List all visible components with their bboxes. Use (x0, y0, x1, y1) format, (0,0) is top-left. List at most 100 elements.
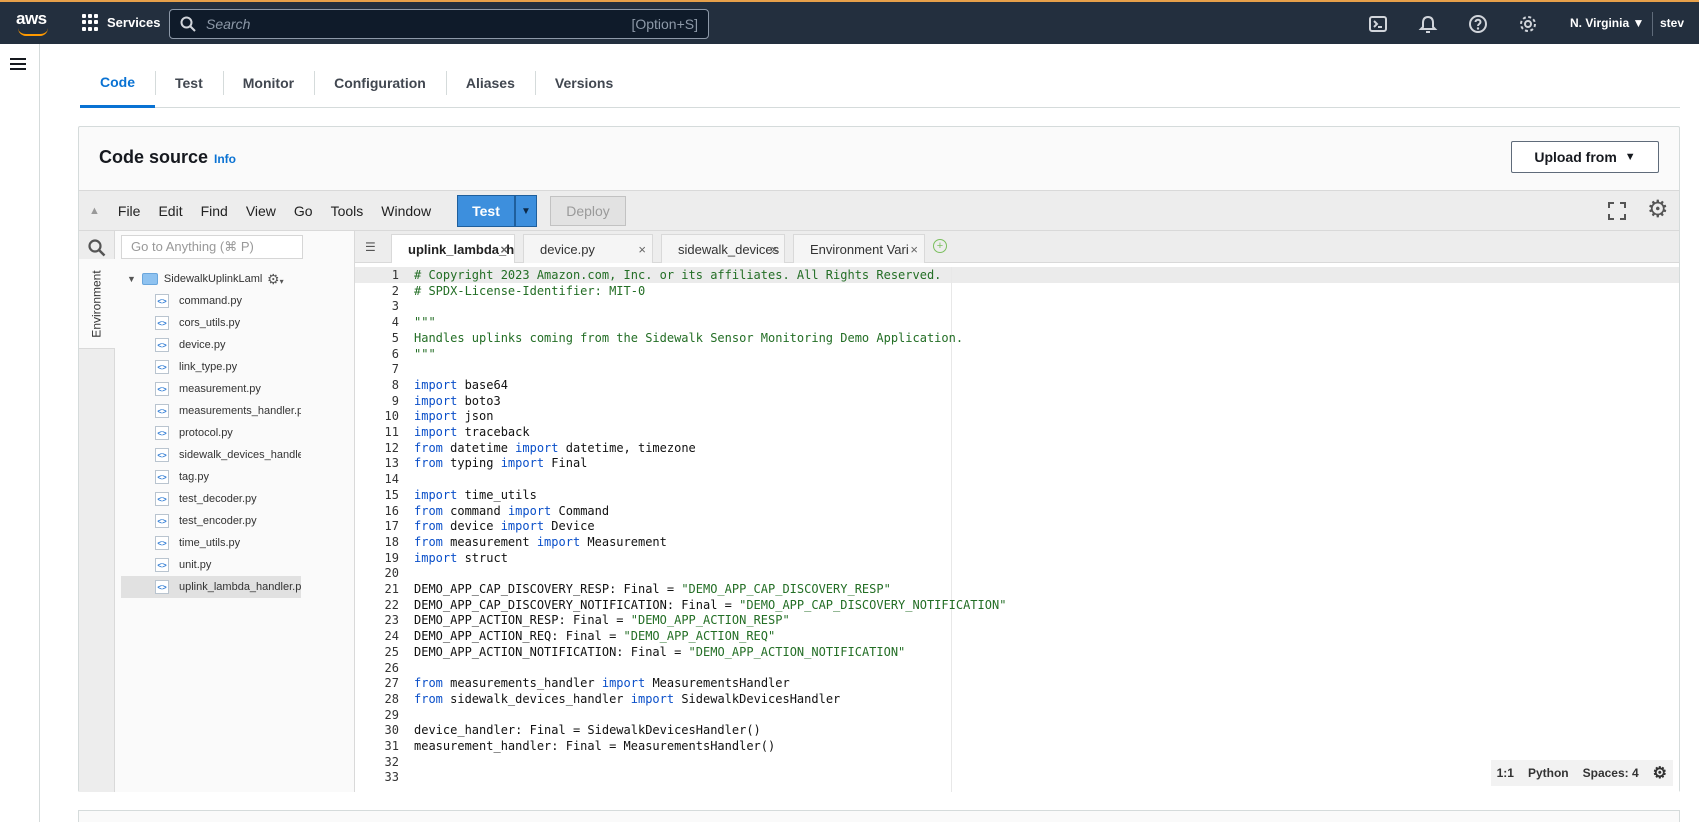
code-editor: ☰ uplink_lambda_h × device.py × sidewalk_d… (355, 231, 1679, 792)
python-file-icon: <> (155, 382, 169, 396)
editor-tab-label: sidewalk_devices (678, 241, 780, 257)
region-selector[interactable]: N. Virginia ▼ (1570, 16, 1644, 30)
menu-window[interactable]: Window (381, 203, 431, 219)
search-icon[interactable] (88, 239, 106, 257)
bell-icon[interactable] (1418, 14, 1438, 34)
line-number: 23 (384, 613, 399, 628)
file-tree: Go to Anything (⌘ P) ▼ SidewalkUplinkLam… (115, 231, 355, 792)
close-icon[interactable]: × (770, 242, 778, 257)
close-icon[interactable]: × (910, 242, 918, 257)
test-dropdown-button[interactable]: ▼ (515, 195, 537, 227)
editor-tab-env-vars[interactable]: Environment Vari × (793, 234, 925, 263)
ide-menu-items: ▲ File Edit Find View Go Tools Window (89, 191, 449, 230)
tab-monitor[interactable]: Monitor (222, 58, 314, 108)
file-item[interactable]: <> sidewalk_devices_handle (121, 444, 301, 466)
file-item[interactable]: <> device.py (121, 334, 301, 356)
menu-tools[interactable]: Tools (331, 203, 364, 219)
line-text: import time_utils (414, 487, 537, 502)
tab-code[interactable]: Code (80, 58, 155, 108)
line-number: 3 (391, 299, 399, 314)
indentation-setting[interactable]: Spaces: 4 (1583, 766, 1639, 780)
file-item[interactable]: <> tag.py (121, 466, 301, 488)
deploy-button[interactable]: Deploy (550, 196, 626, 226)
settings-icon[interactable] (1518, 14, 1538, 34)
test-button[interactable]: Test (457, 195, 515, 227)
environment-tab[interactable]: Environment (79, 259, 115, 349)
upload-label: Upload from (1534, 149, 1617, 165)
close-icon[interactable]: × (500, 242, 508, 257)
file-item[interactable]: <> test_decoder.py (121, 488, 301, 510)
line-number: 8 (391, 377, 399, 392)
editor-tab-sidewalk[interactable]: sidewalk_devices × (661, 234, 785, 263)
services-menu-button[interactable]: Services (82, 14, 161, 31)
tab-list-icon[interactable]: ☰ (365, 240, 379, 254)
line-number: 20 (384, 566, 399, 581)
hamburger-menu-icon[interactable] (10, 58, 26, 70)
line-number: 28 (384, 691, 399, 706)
ide-settings-icon[interactable]: ⚙ (1647, 197, 1673, 223)
line-number: 12 (384, 440, 399, 455)
file-item[interactable]: <> link_type.py (121, 356, 301, 378)
aws-logo[interactable]: aws (16, 10, 52, 36)
file-item[interactable]: <> test_encoder.py (121, 510, 301, 532)
collapse-icon[interactable]: ▲ (89, 205, 100, 217)
search-input[interactable]: Search [Option+S] (169, 9, 709, 39)
line-text: measurement_handler: Final = Measurement… (414, 739, 776, 753)
menu-edit[interactable]: Edit (158, 203, 182, 219)
line-number: 26 (384, 660, 399, 675)
line-text: # Copyright 2023 Amazon.com, Inc. or its… (414, 268, 942, 282)
code-source-panel: Code source Info Upload from ▼ ▲ File Ed… (78, 126, 1680, 792)
tab-test[interactable]: Test (155, 58, 223, 108)
line-text: DEMO_APP_ACTION_REQ: Final = "DEMO_APP_A… (414, 629, 776, 644)
tab-aliases[interactable]: Aliases (445, 58, 535, 108)
editor-tab-label: uplink_lambda_h (408, 241, 515, 257)
folder-icon (141, 273, 158, 285)
python-file-icon: <> (155, 404, 169, 418)
file-item[interactable]: <> time_utils.py (121, 532, 301, 554)
file-name: time_utils.py (179, 537, 241, 549)
gear-icon[interactable]: ⚙ (1653, 763, 1667, 783)
file-item[interactable]: <> measurement.py (121, 378, 301, 400)
line-text: import struct (414, 550, 508, 565)
menu-go[interactable]: Go (294, 203, 313, 219)
python-file-icon: <> (155, 316, 169, 330)
file-name: sidewalk_devices_handle (179, 449, 301, 461)
line-text: """ (414, 346, 436, 361)
go-to-anything-input[interactable]: Go to Anything (⌘ P) (121, 235, 303, 259)
editor-tab-device[interactable]: device.py × (523, 234, 653, 263)
caret-down-icon: ▼ (521, 205, 531, 217)
editor-tab-uplink[interactable]: uplink_lambda_h × (391, 234, 515, 263)
file-item[interactable]: <> measurements_handler.p (121, 400, 301, 422)
line-number: 32 (384, 754, 399, 769)
menu-view[interactable]: View (246, 203, 276, 219)
menu-file[interactable]: File (118, 203, 141, 219)
project-folder[interactable]: ▼ SidewalkUplinkLaml ⚙▾ (127, 271, 284, 287)
file-item[interactable]: <> unit.py (121, 554, 301, 576)
file-item[interactable]: <> protocol.py (121, 422, 301, 444)
file-item[interactable]: <> cors_utils.py (121, 312, 301, 334)
file-item[interactable]: <> uplink_lambda_handler.p (121, 576, 301, 598)
code-area[interactable]: 1 # Copyright 2023 Amazon.com, Inc. or it… (355, 267, 1679, 792)
menu-find[interactable]: Find (201, 203, 228, 219)
editor-tabs: ☰ uplink_lambda_h × device.py × sidewalk_d… (355, 231, 1679, 263)
help-icon[interactable] (1468, 14, 1488, 34)
close-icon[interactable]: × (638, 242, 646, 257)
file-item[interactable]: <> command.py (121, 290, 301, 312)
gear-icon[interactable]: ⚙▾ (267, 271, 284, 288)
info-link[interactable]: Info (214, 152, 236, 166)
account-menu[interactable]: stev (1660, 16, 1684, 30)
file-name: tag.py (179, 471, 209, 483)
line-number: 21 (384, 582, 399, 596)
add-tab-icon[interactable]: + (933, 239, 947, 253)
tab-configuration[interactable]: Configuration (314, 58, 446, 108)
tab-versions[interactable]: Versions (534, 58, 633, 108)
upload-from-button[interactable]: Upload from ▼ (1511, 141, 1659, 173)
fullscreen-icon[interactable] (1607, 201, 1627, 221)
line-text: from sidewalk_devices_handler import Sid… (414, 691, 841, 706)
language-mode[interactable]: Python (1528, 766, 1569, 780)
cloudshell-icon[interactable] (1368, 14, 1388, 34)
line-text: """ (414, 315, 436, 330)
python-file-icon: <> (155, 492, 169, 506)
python-file-icon: <> (155, 360, 169, 374)
cursor-position[interactable]: 1:1 (1497, 766, 1514, 780)
